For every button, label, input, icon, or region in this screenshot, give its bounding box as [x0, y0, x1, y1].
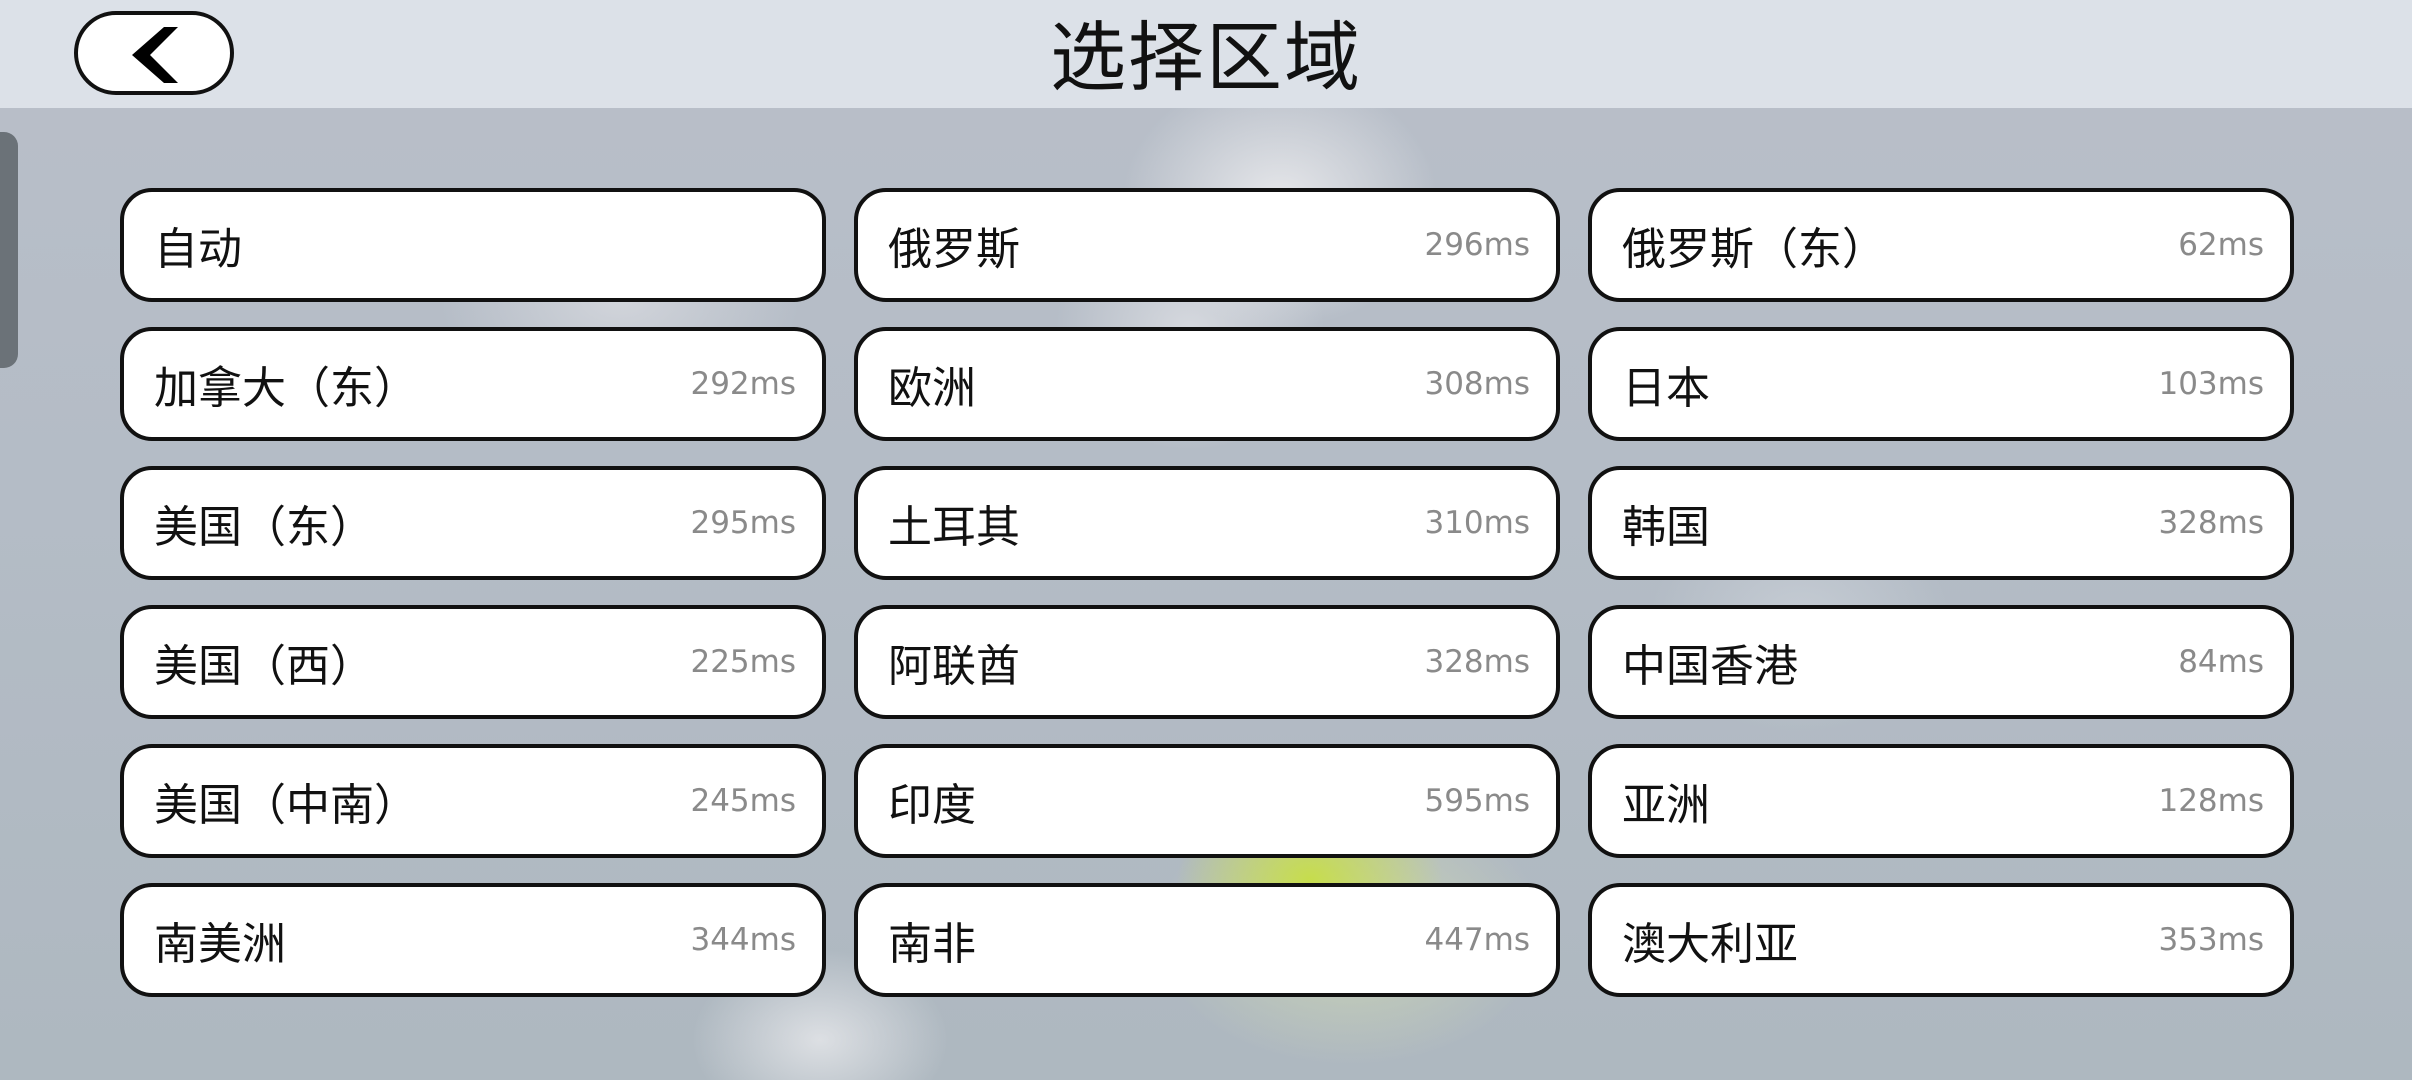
region-ping: 344ms	[690, 922, 796, 958]
region-name: 南非	[888, 919, 976, 970]
region-item[interactable]: 中国香港 84ms	[1588, 605, 2294, 719]
region-ping: 103ms	[2158, 366, 2264, 402]
region-ping: 308ms	[1424, 366, 1530, 402]
region-item[interactable]: 南非 447ms	[854, 883, 1560, 997]
region-ping: 84ms	[2178, 644, 2264, 680]
region-ping: 595ms	[1424, 783, 1530, 819]
region-ping: 62ms	[2178, 227, 2264, 263]
region-ping: 245ms	[690, 783, 796, 819]
region-item[interactable]: 韩国 328ms	[1588, 466, 2294, 580]
region-item[interactable]: 美国（西） 225ms	[120, 605, 826, 719]
region-item[interactable]: 土耳其 310ms	[854, 466, 1560, 580]
region-item[interactable]: 俄罗斯（东） 62ms	[1588, 188, 2294, 302]
region-name: 俄罗斯	[888, 224, 1020, 275]
region-item[interactable]: 自动	[120, 188, 826, 302]
header-bar: 选择区域	[0, 0, 2412, 108]
region-name: 亚洲	[1622, 780, 1710, 831]
region-name: 阿联酋	[888, 641, 1020, 692]
region-ping: 292ms	[690, 366, 796, 402]
region-name: 南美洲	[154, 919, 286, 970]
region-name: 澳大利亚	[1622, 919, 1798, 970]
region-ping: 295ms	[690, 505, 796, 541]
region-item[interactable]: 印度 595ms	[854, 744, 1560, 858]
region-name: 加拿大（东）	[154, 363, 418, 414]
region-ping: 296ms	[1424, 227, 1530, 263]
region-item[interactable]: 俄罗斯 296ms	[854, 188, 1560, 302]
region-item[interactable]: 南美洲 344ms	[120, 883, 826, 997]
region-item[interactable]: 亚洲 128ms	[1588, 744, 2294, 858]
region-item[interactable]: 加拿大（东） 292ms	[120, 327, 826, 441]
region-ping: 310ms	[1424, 505, 1530, 541]
region-name: 土耳其	[888, 502, 1020, 553]
region-ping: 447ms	[1424, 922, 1530, 958]
region-item[interactable]: 美国（中南） 245ms	[120, 744, 826, 858]
region-ping: 353ms	[2158, 922, 2264, 958]
region-item[interactable]: 美国（东） 295ms	[120, 466, 826, 580]
region-name: 中国香港	[1622, 641, 1798, 692]
region-item[interactable]: 阿联酋 328ms	[854, 605, 1560, 719]
region-item[interactable]: 日本 103ms	[1588, 327, 2294, 441]
region-item[interactable]: 欧洲 308ms	[854, 327, 1560, 441]
region-name: 印度	[888, 780, 976, 831]
side-drawer-handle[interactable]	[0, 132, 18, 368]
region-ping: 225ms	[690, 644, 796, 680]
region-name: 自动	[154, 224, 242, 275]
region-name: 美国（东）	[154, 502, 374, 553]
region-name: 美国（中南）	[154, 780, 418, 831]
page-title: 选择区域	[1050, 13, 1362, 102]
region-name: 欧洲	[888, 363, 976, 414]
region-name: 美国（西）	[154, 641, 374, 692]
region-item[interactable]: 澳大利亚 353ms	[1588, 883, 2294, 997]
region-name: 俄罗斯（东）	[1622, 224, 1886, 275]
region-ping: 328ms	[1424, 644, 1530, 680]
region-ping: 128ms	[2158, 783, 2264, 819]
region-name: 韩国	[1622, 502, 1710, 553]
region-name: 日本	[1622, 363, 1710, 414]
region-ping: 328ms	[2158, 505, 2264, 541]
region-grid: 自动 俄罗斯 296ms 俄罗斯（东） 62ms 加拿大（东） 292ms 欧洲…	[120, 188, 2294, 997]
